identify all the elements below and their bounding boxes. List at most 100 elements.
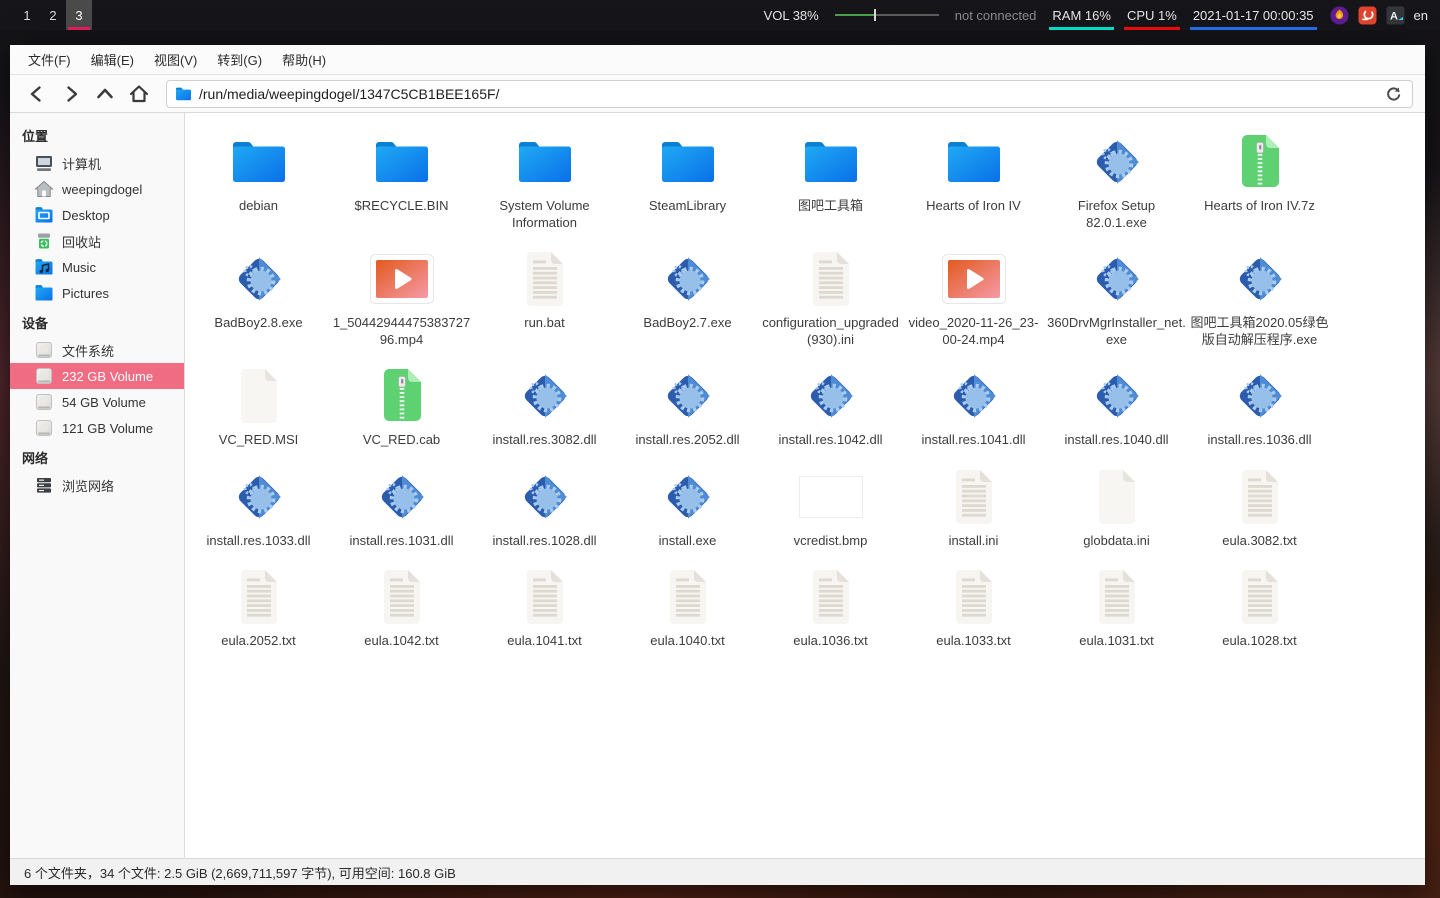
file-item[interactable]: eula.1036.txt <box>759 566 902 650</box>
forward-button[interactable] <box>56 80 86 108</box>
file-name: Firefox Setup 82.0.1.exe <box>1047 198 1186 231</box>
file-item[interactable]: configuration_upgraded(930).ini <box>759 248 902 348</box>
menu-view[interactable]: 视图(V) <box>144 45 207 75</box>
sidebar-item-pictures[interactable]: Pictures <box>10 280 184 306</box>
file-item[interactable]: Firefox Setup 82.0.1.exe <box>1045 131 1188 231</box>
drive-icon <box>34 340 54 360</box>
file-item[interactable]: eula.1033.txt <box>902 566 1045 650</box>
file-item[interactable]: run.bat <box>473 248 616 348</box>
file-item[interactable]: BadBoy2.8.exe <box>187 248 330 348</box>
file-item[interactable]: System Volume Information <box>473 131 616 231</box>
refresh-button[interactable] <box>1382 83 1404 105</box>
menu-edit[interactable]: 编辑(E) <box>81 45 144 75</box>
file-item[interactable]: VC_RED.cab <box>330 365 473 449</box>
text-file-icon <box>951 566 997 628</box>
sidebar-item-music[interactable]: Music <box>10 254 184 280</box>
back-button[interactable] <box>22 80 52 108</box>
menubar: 文件(F) 编辑(E) 视图(V) 转到(G) 帮助(H) <box>10 45 1425 75</box>
file-item[interactable]: install.ini <box>902 466 1045 550</box>
workspace-switcher: 1 2 3 <box>14 0 92 30</box>
sidebar-item-weepingdogel[interactable]: weepingdogel <box>10 176 184 202</box>
path-bar[interactable]: /run/media/weepingdogel/1347C5CB1BEE165F… <box>166 80 1413 108</box>
file-item[interactable]: 1_5044294447538372796.mp4 <box>330 248 473 348</box>
file-item[interactable]: 360DrvMgrInstaller_net.exe <box>1045 248 1188 348</box>
volume-slider-handle[interactable] <box>874 9 876 21</box>
volume-slider[interactable] <box>835 14 939 16</box>
ram-underline <box>1049 27 1114 30</box>
file-item[interactable]: eula.1041.txt <box>473 566 616 650</box>
file-name: eula.1031.txt <box>1079 633 1153 650</box>
video-icon <box>370 248 434 310</box>
workspace-button-2[interactable]: 2 <box>40 0 66 30</box>
file-item[interactable]: install.res.1041.dll <box>902 365 1045 449</box>
sidebar-item-计算机[interactable]: 计算机 <box>10 150 184 176</box>
file-item[interactable]: SteamLibrary <box>616 131 759 231</box>
file-name: 1_5044294447538372796.mp4 <box>332 315 471 348</box>
file-item[interactable]: eula.1031.txt <box>1045 566 1188 650</box>
executable-icon <box>659 248 717 310</box>
input-method-tray-icon[interactable]: A <box>1386 6 1405 25</box>
file-item[interactable]: eula.3082.txt <box>1188 466 1331 550</box>
up-button[interactable] <box>90 80 120 108</box>
file-item[interactable]: VC_RED.MSI <box>187 365 330 449</box>
sidebar-item-回收站[interactable]: 回收站 <box>10 228 184 254</box>
home-button[interactable] <box>124 80 154 108</box>
file-name: Hearts of Iron IV.7z <box>1204 198 1315 215</box>
path-text[interactable]: /run/media/weepingdogel/1347C5CB1BEE165F… <box>199 86 1375 102</box>
executable-icon <box>516 365 574 427</box>
menu-go[interactable]: 转到(G) <box>207 45 272 75</box>
sidebar-item-浏览网络[interactable]: 浏览网络 <box>10 472 184 498</box>
file-item[interactable]: Hearts of Iron IV.7z <box>1188 131 1331 231</box>
menu-help[interactable]: 帮助(H) <box>272 45 336 75</box>
forward-icon <box>61 84 81 104</box>
file-name: eula.1036.txt <box>793 633 867 650</box>
keyboard-layout-label[interactable]: en <box>1414 8 1428 23</box>
nightly-browser-tray-icon[interactable] <box>1330 6 1349 25</box>
red-app-tray-icon[interactable] <box>1358 6 1377 25</box>
workspace-button-1[interactable]: 1 <box>14 0 40 30</box>
file-item[interactable]: install.res.1036.dll <box>1188 365 1331 449</box>
file-item[interactable]: video_2020-11-26_23-00-24.mp4 <box>902 248 1045 348</box>
sidebar-item-54-gb-volume[interactable]: 54 GB Volume <box>10 389 184 415</box>
file-item[interactable]: install.res.1028.dll <box>473 466 616 550</box>
sidebar-item-desktop[interactable]: Desktop <box>10 202 184 228</box>
clock-label: 2021-01-17 00:00:35 <box>1193 8 1314 23</box>
archive-icon <box>379 365 425 427</box>
file-item[interactable]: install.res.1040.dll <box>1045 365 1188 449</box>
file-item[interactable]: install.res.1042.dll <box>759 365 902 449</box>
workspace-active-indicator <box>68 27 90 30</box>
sidebar-item-label: 54 GB Volume <box>62 395 146 410</box>
file-item[interactable]: eula.1028.txt <box>1188 566 1331 650</box>
file-item[interactable]: vcredist.bmp <box>759 466 902 550</box>
file-item[interactable]: Hearts of Iron IV <box>902 131 1045 231</box>
text-file-icon <box>1237 466 1283 528</box>
drive-icon <box>34 366 54 386</box>
file-item[interactable]: install.res.3082.dll <box>473 365 616 449</box>
file-item[interactable]: eula.2052.txt <box>187 566 330 650</box>
file-item[interactable]: 图吧工具箱 <box>759 131 902 231</box>
file-item[interactable]: debian <box>187 131 330 231</box>
file-item[interactable]: 图吧工具箱2020.05绿色版自动解压程序.exe <box>1188 248 1331 348</box>
file-item[interactable]: BadBoy2.7.exe <box>616 248 759 348</box>
file-item[interactable]: $RECYCLE.BIN <box>330 131 473 231</box>
workspace-button-3[interactable]: 3 <box>66 0 92 30</box>
file-item[interactable]: install.res.1033.dll <box>187 466 330 550</box>
menu-file[interactable]: 文件(F) <box>18 45 81 75</box>
sidebar-item-121-gb-volume[interactable]: 121 GB Volume <box>10 415 184 441</box>
file-item[interactable]: install.exe <box>616 466 759 550</box>
executable-icon <box>1088 365 1146 427</box>
top-panel: 1 2 3 VOL 38% not connected RAM 16% CPU … <box>0 0 1440 30</box>
sidebar-item-label: 121 GB Volume <box>62 421 153 436</box>
sidebar-item-232-gb-volume[interactable]: 232 GB Volume <box>10 363 184 389</box>
file-name: 图吧工具箱2020.05绿色版自动解压程序.exe <box>1190 315 1329 348</box>
sidebar-item-文件系统[interactable]: 文件系统 <box>10 337 184 363</box>
file-name: install.res.1033.dll <box>206 533 310 550</box>
volume-slider-fill <box>835 14 875 16</box>
file-item[interactable]: install.res.1031.dll <box>330 466 473 550</box>
file-name: install.res.1042.dll <box>778 432 882 449</box>
file-item[interactable]: eula.1042.txt <box>330 566 473 650</box>
file-item[interactable]: install.res.2052.dll <box>616 365 759 449</box>
network-icon <box>34 475 54 495</box>
file-item[interactable]: globdata.ini <box>1045 466 1188 550</box>
file-item[interactable]: eula.1040.txt <box>616 566 759 650</box>
